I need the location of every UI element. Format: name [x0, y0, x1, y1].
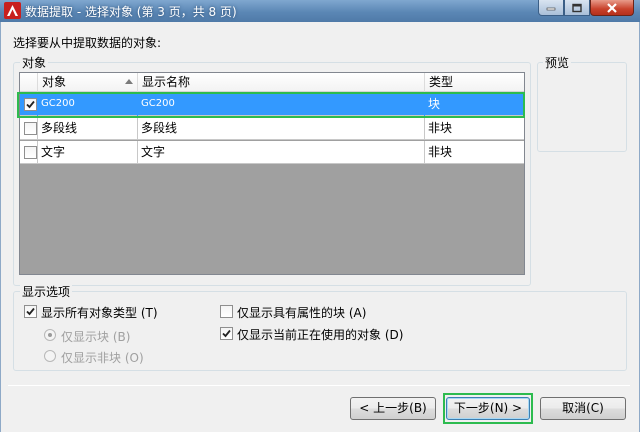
checkmark-icon [26, 307, 35, 316]
back-button[interactable]: < 上一步(B) [350, 397, 436, 420]
preview-group [537, 62, 627, 152]
row-object: 多段线 [38, 117, 138, 140]
row-check-cell [20, 93, 38, 116]
row-check-cell [20, 141, 38, 164]
show-all-types-label[interactable]: 显示所有对象类型 (T) [41, 304, 158, 321]
window-title: 数据提取 - 选择对象 (第 3 页，共 8 页) [25, 5, 237, 19]
row-check-cell [20, 117, 38, 140]
objects-list[interactable]: 对象 显示名称 类型 GC200 GC200 块 多段线 多段线 非块 文字 文… [19, 72, 525, 275]
cancel-button[interactable]: 取消(C) [540, 397, 626, 420]
display-options-label: 显示选项 [20, 283, 73, 300]
only-non-blocks-radio[interactable] [44, 350, 56, 362]
column-check[interactable] [20, 73, 38, 92]
row-type: 非块 [428, 145, 453, 159]
preview-group-label: 预览 [543, 54, 572, 71]
close-icon [607, 2, 617, 13]
checkmark-icon [26, 100, 35, 109]
table-row[interactable]: GC200 GC200 块 [20, 93, 524, 116]
row-checkbox[interactable] [24, 146, 37, 159]
autocad-app-icon [4, 2, 21, 19]
column-type[interactable]: 类型 [425, 73, 524, 92]
checkmark-icon [222, 329, 231, 338]
column-object[interactable]: 对象 [38, 73, 138, 92]
only-blocks-radio[interactable] [44, 329, 56, 341]
row-display-name: 文字 [138, 141, 425, 164]
table-row[interactable]: 文字 文字 非块 [20, 141, 524, 164]
column-object-label: 对象 [42, 75, 67, 89]
title-bar: 数据提取 - 选择对象 (第 3 页，共 8 页) [0, 0, 640, 22]
only-blocks-label: 仅显示块 (B) [61, 330, 131, 344]
row-type: 非块 [428, 121, 453, 135]
footer-separator [8, 385, 630, 386]
prompt-label: 选择要从中提取数据的对象: [13, 36, 162, 50]
maximize-button[interactable] [564, 0, 590, 16]
row-display-name: 多段线 [138, 117, 425, 140]
only-in-use-label[interactable]: 仅显示当前正在使用的对象 (D) [237, 326, 403, 343]
row-checkbox[interactable] [24, 122, 37, 135]
only-attr-blocks-checkbox[interactable] [220, 305, 233, 318]
minimize-button[interactable] [538, 0, 564, 16]
only-non-blocks-label: 仅显示非块 (O) [61, 351, 144, 365]
column-display-name-label: 显示名称 [142, 75, 191, 89]
maximize-icon [572, 3, 582, 12]
only-attr-blocks-label[interactable]: 仅显示具有属性的块 (A) [237, 304, 366, 321]
objects-group-label: 对象 [20, 54, 49, 71]
only-in-use-checkbox[interactable] [220, 327, 233, 340]
table-row[interactable]: 多段线 多段线 非块 [20, 117, 524, 140]
row-display-name: GC200 [138, 93, 425, 116]
show-all-types-checkbox[interactable] [24, 305, 37, 318]
next-button[interactable]: 下一步(N) > [446, 397, 530, 420]
row-type: 块 [428, 97, 441, 111]
minimize-icon [546, 7, 556, 10]
list-header: 对象 显示名称 类型 [20, 73, 524, 92]
column-display-name[interactable]: 显示名称 [138, 73, 425, 92]
column-type-label: 类型 [429, 75, 454, 89]
row-object: GC200 [38, 93, 138, 116]
row-object: 文字 [38, 141, 138, 164]
sort-ascending-icon [125, 79, 133, 84]
row-checkbox[interactable] [24, 98, 37, 111]
close-button[interactable] [590, 0, 634, 16]
